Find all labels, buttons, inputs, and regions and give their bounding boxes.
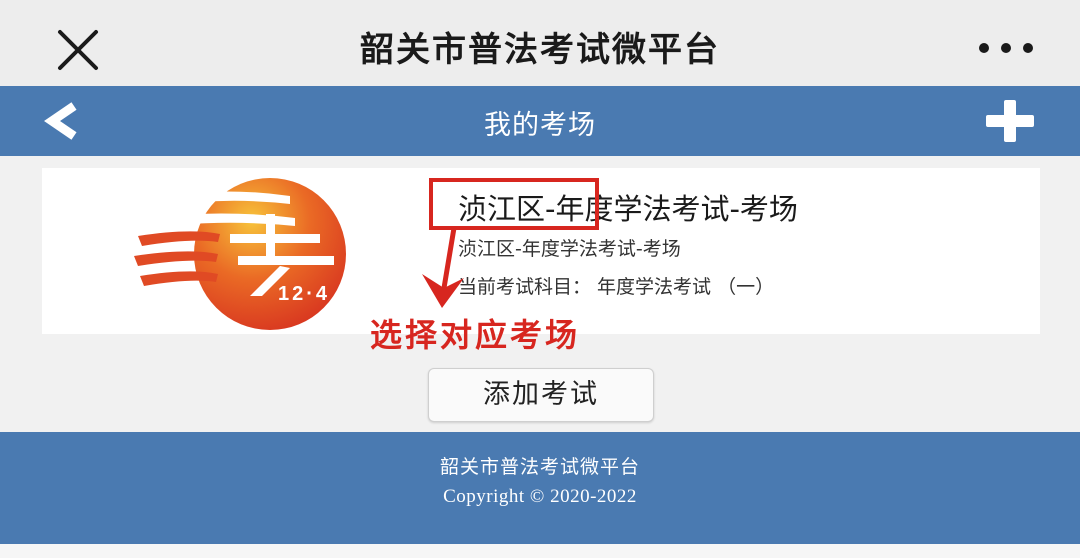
law-day-logo: 12·4: [90, 176, 360, 332]
page-title: 我的考场: [484, 110, 596, 141]
bottom-strip: [0, 544, 1080, 558]
add-button[interactable]: [982, 98, 1038, 144]
wechat-title-bar: 韶关市普法考试微平台: [0, 0, 1080, 86]
footer-platform-name: 韶关市普法考试微平台: [439, 456, 640, 478]
footer: 韶关市普法考试微平台 Copyright © 2020-2022: [0, 432, 1080, 544]
current-exam-subject: 当前考试科目： 年度学法考试 （一）: [458, 276, 775, 298]
more-button[interactable]: [976, 30, 1036, 66]
more-icon: [979, 43, 1033, 53]
exam-room-subtitle: 浈江区-年度学法考试-考场: [458, 238, 681, 260]
annotation-text: 选择对应考场: [370, 316, 581, 354]
footer-copyright: Copyright © 2020-2022: [443, 486, 637, 507]
logo-text: 12·4: [278, 283, 330, 305]
app-title: 韶关市普法考试微平台: [360, 30, 720, 70]
add-exam-button[interactable]: 添加考试: [428, 368, 654, 422]
annotation-highlight-box: [429, 178, 599, 230]
page-nav-bar: 我的考场: [0, 86, 1080, 156]
annotation-arrow-down-icon: [408, 225, 480, 310]
plus-icon: [986, 100, 1034, 142]
